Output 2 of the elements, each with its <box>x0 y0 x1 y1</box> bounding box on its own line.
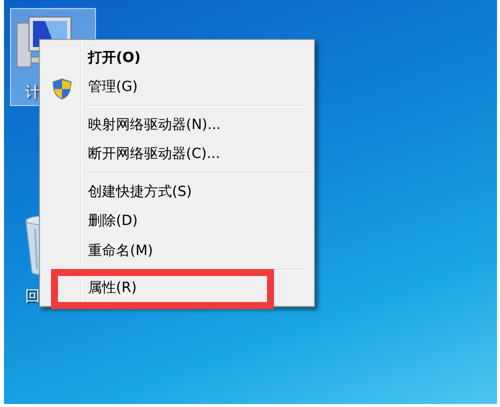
desktop-icon-label: 计 <box>24 83 40 102</box>
desktop-icon-label: 回 <box>24 287 40 306</box>
